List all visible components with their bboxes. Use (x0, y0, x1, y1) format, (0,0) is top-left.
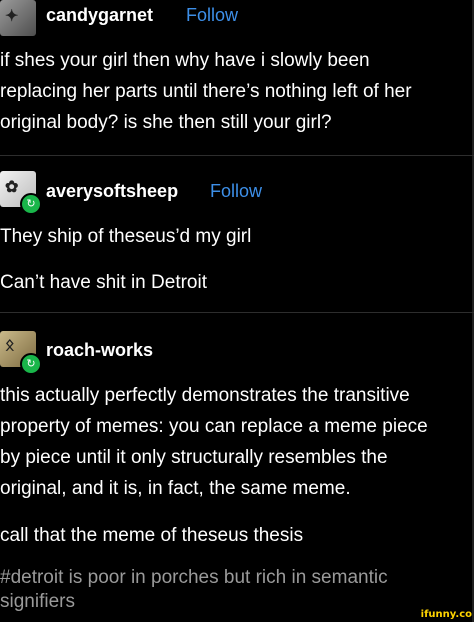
follow-button-candygarnet[interactable]: Follow (186, 5, 238, 26)
ifunny-watermark: ifunny.co (420, 609, 472, 620)
username-candygarnet[interactable]: candygarnet (46, 5, 153, 26)
post-divider (0, 155, 474, 156)
username-averysoftsheep[interactable]: averysoftsheep (46, 181, 178, 202)
post-text-line: by piece until it only structurally rese… (0, 447, 388, 468)
post-tag-line[interactable]: signifiers (0, 590, 75, 614)
post-text-line: property of memes: you can replace a mem… (0, 416, 428, 437)
post-text-line: if shes your girl then why have i slowly… (0, 50, 370, 71)
reblog-icon: ↻ (20, 193, 42, 215)
post-text-line: this actually perfectly demonstrates the… (0, 385, 410, 406)
post-text-line: call that the meme of theseus thesis (0, 525, 304, 546)
reblog-icon: ↻ (20, 353, 42, 375)
post-divider (0, 312, 474, 313)
post-tag-line[interactable]: #detroit is poor in porches but rich in … (0, 566, 388, 590)
post-text-line: original body? is she then still your gi… (0, 112, 332, 133)
avatar-candygarnet[interactable]: ✦ (0, 0, 36, 36)
post-text-line: original, and it is, in fact, the same m… (0, 478, 351, 499)
post-text-line: replacing her parts until there’s nothin… (0, 81, 412, 102)
post-text-line: Can’t have shit in Detroit (0, 272, 207, 293)
username-roach-works[interactable]: roach-works (46, 340, 153, 361)
follow-button-averysoftsheep[interactable]: Follow (210, 181, 262, 202)
post-text-line: They ship of theseus’d my girl (0, 226, 252, 247)
